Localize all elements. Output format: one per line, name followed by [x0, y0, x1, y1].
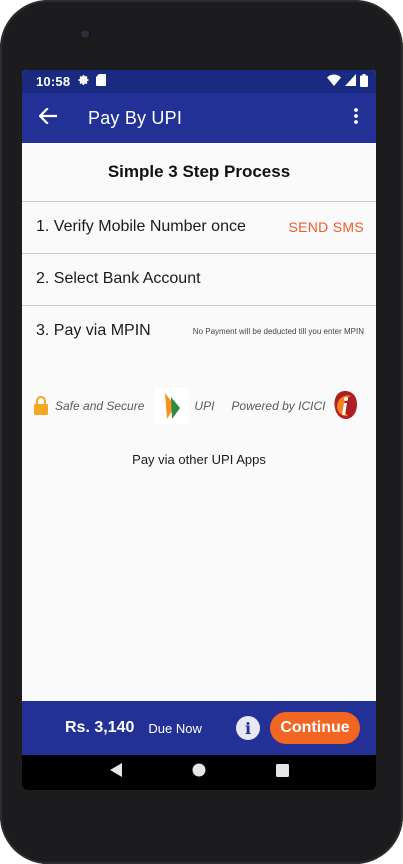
- amount-value: Rs. 3,140: [65, 719, 135, 736]
- step-label: 3. Pay via MPIN: [36, 322, 151, 339]
- status-bar: 10:58: [22, 70, 376, 93]
- triangle-back-icon: [109, 763, 122, 782]
- nav-recents-button[interactable]: [267, 758, 297, 788]
- icici-logo-icon: [332, 390, 358, 423]
- wifi-icon: [327, 74, 341, 89]
- overflow-menu-button[interactable]: [336, 93, 376, 143]
- upi-text: UPI: [194, 399, 215, 413]
- system-nav-bar: [22, 755, 376, 790]
- trust-badges: Safe and Secure UPI Powered by ICICI: [22, 386, 376, 426]
- lock-icon: [33, 395, 49, 418]
- front-camera: [79, 28, 91, 40]
- step-label: 2. Select Bank Account: [36, 270, 201, 287]
- nav-back-button[interactable]: [101, 758, 131, 788]
- app-bar: Pay By UPI: [22, 93, 376, 143]
- other-upi-apps-link[interactable]: Pay via other UPI Apps: [22, 452, 376, 467]
- signal-icon: [345, 74, 356, 89]
- upi-logo-icon: [154, 388, 189, 424]
- safe-secure-text: Safe and Secure: [55, 399, 145, 413]
- square-recents-icon: [275, 763, 289, 782]
- send-sms-button[interactable]: SEND SMS: [288, 219, 364, 235]
- gear-icon: [78, 74, 90, 89]
- back-button[interactable]: [24, 93, 72, 143]
- status-time: 10:58: [36, 74, 71, 89]
- step-verify-mobile: 1. Verify Mobile Number once SEND SMS: [22, 201, 376, 253]
- step-select-bank[interactable]: 2. Select Bank Account: [22, 253, 376, 305]
- info-icon[interactable]: i: [236, 716, 260, 740]
- powered-by-text: Powered by ICICI: [231, 399, 326, 413]
- sim-card-icon: [96, 74, 107, 89]
- circle-home-icon: [192, 763, 206, 782]
- more-vert-icon: [354, 107, 358, 129]
- payment-footer: Rs. 3,140 Due Now i Continue: [22, 701, 376, 755]
- continue-button[interactable]: Continue: [270, 712, 360, 744]
- process-heading: Simple 3 Step Process: [107, 162, 291, 181]
- arrow-left-icon: [38, 106, 58, 129]
- page-title: Pay By UPI: [88, 107, 183, 128]
- battery-icon: [360, 73, 368, 90]
- phone-frame: 10:58 Pay By UPI Simple 3 Step Process 1…: [0, 0, 403, 864]
- screen: 10:58 Pay By UPI Simple 3 Step Process 1…: [22, 70, 376, 790]
- mpin-note: No Payment will be deducted till you ent…: [192, 326, 364, 336]
- due-now-label: Due Now: [148, 720, 202, 736]
- step-pay-mpin: 3. Pay via MPIN No Payment will be deduc…: [22, 305, 376, 357]
- nav-home-button[interactable]: [184, 758, 214, 788]
- step-label: 1. Verify Mobile Number once: [36, 218, 246, 235]
